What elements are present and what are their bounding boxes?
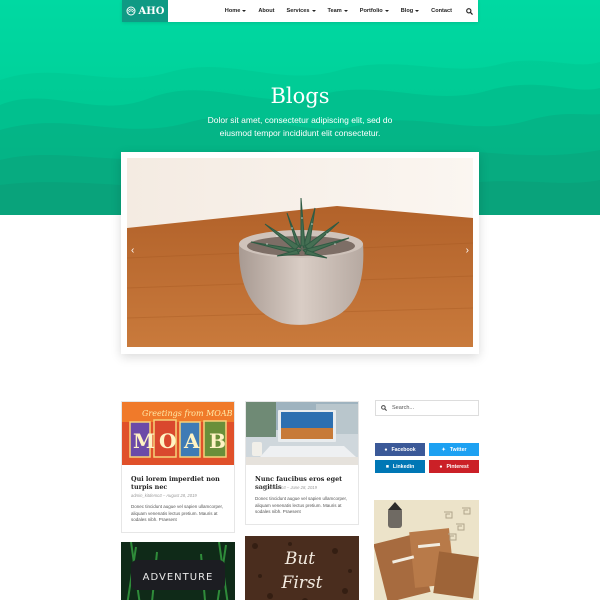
image-text-but: But [284,549,315,569]
slider-next-button[interactable]: › [466,246,469,256]
nav-item-portfolio[interactable]: Portfolio [354,8,395,14]
post-meta: admin_kitdemo3 – June 28, 2019 [255,485,317,490]
page-title: Blogs [270,84,330,108]
search-icon [465,7,473,15]
featured-slider: ‹ › [121,152,479,354]
postcard-text: Greetings from MOAB [142,409,233,418]
nav-item-services[interactable]: Services [281,8,322,14]
nav-label: Blog [400,8,414,14]
chevron-right-icon: › [465,245,469,256]
post-meta: admin_kitdemo3 – August 28, 2019 [131,493,197,498]
svg-text:B: B [209,429,226,453]
post-thumbnail[interactable] [246,402,358,465]
sidebar-search-box [375,400,479,416]
search-icon [381,405,387,411]
social-label: Pinterest [446,463,469,470]
adventure-bottle-image: ADVENTURE [121,542,235,600]
nav-label: Contact [431,8,452,14]
svg-text:O: O [159,429,176,453]
nav-item-contact[interactable]: Contact [425,8,458,14]
linkedin-share-button[interactable]: ■ Linkedin [375,460,425,473]
chevron-left-icon: ‹ [131,245,135,256]
page: Blogs Dolor sit amet, consectetur adipis… [0,0,600,600]
sidebar-image-widget [374,500,479,600]
post-thumbnail[interactable]: Greetings from MOAB M O A B [122,402,234,465]
coffee-but-first-image: But First [245,536,359,600]
page-subtitle: Dolor sit amet, consectetur adipiscing e… [207,115,393,138]
nav-label: Home [224,8,241,14]
nav-label: About [258,8,275,14]
svg-text:M: M [133,429,155,453]
top-navbar: AHO Home About Services Team Portfolio B… [122,0,478,22]
post-card[interactable]: But First [245,536,359,600]
post-excerpt: Donec tincidunt augue vel sapien ullamco… [131,504,224,522]
nav-item-blog[interactable]: Blog [395,8,425,14]
post-thumbnail[interactable]: But First [245,536,359,600]
stationery-photo [374,500,479,600]
pinterest-share-button[interactable]: ● Pinterest [429,460,479,473]
moab-postcard-image: Greetings from MOAB M O A B [122,402,234,465]
twitter-icon: ✦ [441,446,446,453]
nav-item-home[interactable]: Home [219,8,253,14]
nav-item-team[interactable]: Team [322,8,354,14]
main-menu: Home About Services Team Portfolio Blog … [219,7,478,15]
site-logo[interactable]: AHO [122,0,168,22]
facebook-icon: ● [384,446,388,453]
social-label: Twitter [449,446,467,453]
svg-text:A: A [183,429,200,453]
post-title[interactable]: Qui lorem imperdiet non turpis nec [131,475,226,491]
laptop-photo [246,402,358,465]
facebook-share-button[interactable]: ● Facebook [375,443,425,456]
social-label: Linkedin [392,463,415,470]
image-text-first: First [281,573,323,593]
chevron-down-icon [384,10,389,12]
nav-label: Team [327,8,342,14]
twitter-share-button[interactable]: ✦ Twitter [429,443,479,456]
brand-name: AHO [138,5,165,17]
nav-search-button[interactable] [460,7,478,15]
succulent-photo [127,158,473,347]
chevron-down-icon [415,10,420,12]
nav-label: Portfolio [359,8,383,14]
post-card[interactable]: Greetings from MOAB M O A B Qui lorem im… [121,401,235,533]
chevron-down-icon [311,10,316,12]
slider-prev-button[interactable]: ‹ [131,246,134,256]
sidebar-search-input[interactable] [392,405,472,411]
pinterest-icon: ● [439,463,443,470]
nav-item-about[interactable]: About [252,8,280,14]
chevron-down-icon [242,10,247,12]
linkedin-icon: ■ [385,463,389,470]
post-card[interactable]: Nunc faucibus eros eget sagittis admin_k… [245,401,359,525]
social-label: Facebook [391,446,416,453]
chevron-down-icon [343,10,348,12]
logo-icon [126,6,136,16]
post-card[interactable]: ADVENTURE [121,542,235,600]
bottle-text: ADVENTURE [143,572,214,583]
post-excerpt: Donec tincidunt augue vel sapien ullamco… [255,496,348,514]
post-thumbnail[interactable]: ADVENTURE [121,542,235,600]
slide-image: ‹ › [127,158,473,347]
nav-label: Services [286,8,310,14]
